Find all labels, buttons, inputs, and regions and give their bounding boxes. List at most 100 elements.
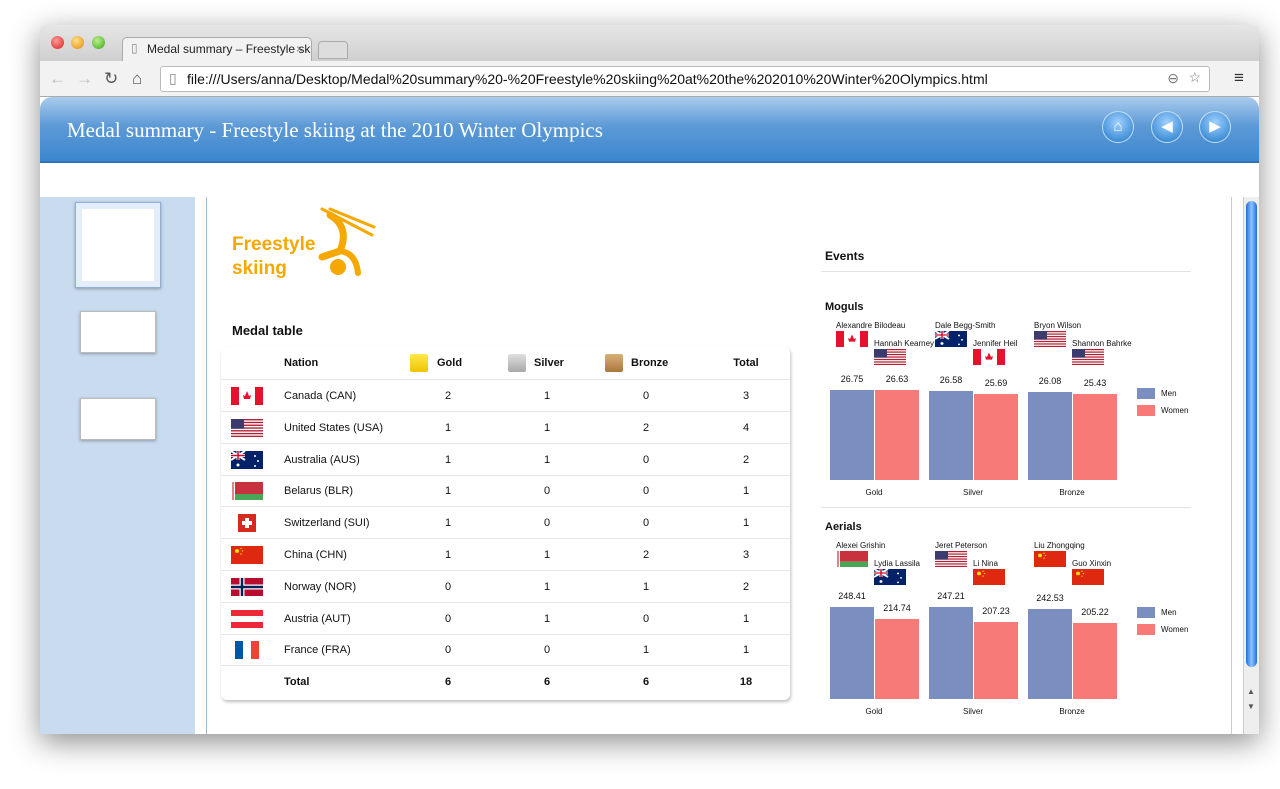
moguls-legend-swatch-women bbox=[1137, 405, 1155, 416]
moguls-men-value-label: 26.08 bbox=[1038, 376, 1062, 387]
flag-usa-icon bbox=[874, 349, 906, 366]
home-icon[interactable]: ⌂ bbox=[132, 69, 142, 89]
aerials-legend-swatch-women bbox=[1137, 624, 1155, 635]
tab-medal-summary[interactable]: ▯ Medal summary – Freestyle skiing × bbox=[122, 37, 312, 61]
home-icon: ⌂ bbox=[1113, 118, 1123, 135]
silver-cell: 0 bbox=[543, 644, 551, 657]
aerials-women-bar-bronze bbox=[1073, 622, 1117, 699]
moguls-category-label: Silver bbox=[962, 488, 984, 497]
browser-window: ▯ Medal summary – Freestyle skiing × ← →… bbox=[40, 25, 1259, 734]
total-cell: 2 bbox=[742, 453, 750, 466]
athlete-name: Li Nina bbox=[973, 559, 998, 568]
scroll-up-icon[interactable]: ▲ bbox=[1247, 687, 1255, 696]
table-row: Norway (NOR) 0 1 1 2 bbox=[221, 571, 790, 603]
logo-line: Freestyle bbox=[232, 234, 316, 255]
thumbnail-slide-3[interactable] bbox=[80, 398, 156, 440]
total-cell: 1 bbox=[742, 485, 750, 498]
scrollbar-thumb[interactable] bbox=[1246, 201, 1257, 667]
tab-title: Medal summary – Freestyle skiing bbox=[147, 42, 312, 56]
flag-sui-icon bbox=[238, 514, 256, 533]
athlete-name: Shannon Bahrke bbox=[1072, 339, 1132, 348]
grand-total: 18 bbox=[739, 676, 753, 688]
total-cell: 4 bbox=[742, 421, 750, 434]
url-text: file:///Users/anna/Desktop/Medal%20summa… bbox=[187, 71, 988, 87]
moguls-women-value-label: 25.43 bbox=[1083, 378, 1107, 389]
minimize-window-button[interactable] bbox=[71, 36, 84, 49]
new-tab-button[interactable] bbox=[318, 41, 348, 59]
logo-line: skiing bbox=[232, 258, 287, 279]
aerials-women-value-label: 205.22 bbox=[1081, 606, 1109, 617]
bronze-cell: 1 bbox=[642, 580, 650, 593]
forward-icon[interactable]: → bbox=[76, 69, 93, 89]
silver-cell: 1 bbox=[543, 421, 551, 434]
home-button[interactable]: ⌂ bbox=[1102, 111, 1134, 143]
flag-usa-icon bbox=[1072, 349, 1104, 366]
zoom-window-button[interactable] bbox=[92, 36, 105, 49]
total-cell: 1 bbox=[742, 644, 750, 657]
silver-cell: 1 bbox=[543, 612, 551, 625]
total-label: Total bbox=[284, 676, 310, 688]
silver-cell: 0 bbox=[543, 517, 551, 530]
aerials-men-bar-silver bbox=[929, 607, 973, 699]
nation-cell: Norway (NOR) bbox=[284, 580, 357, 593]
address-bar[interactable]: ▯ file:///Users/anna/Desktop/Medal%20sum… bbox=[160, 66, 1210, 92]
silver-cell: 1 bbox=[543, 549, 551, 561]
aerials-category-label: Bronze bbox=[1059, 707, 1085, 716]
moguls-women-bar-silver bbox=[974, 393, 1018, 480]
gold-cell: 2 bbox=[444, 390, 452, 402]
close-window-button[interactable] bbox=[51, 36, 64, 49]
moguls-men-bar-gold bbox=[830, 390, 874, 480]
table-total-row: Total 6 6 6 18 bbox=[221, 666, 790, 700]
bookmark-star-icon[interactable]: ☆ bbox=[1188, 69, 1201, 86]
athlete-name: Hannah Kearney bbox=[874, 339, 935, 348]
bronze-cell: 0 bbox=[642, 453, 650, 466]
menu-icon[interactable]: ≡ bbox=[1234, 68, 1244, 88]
aerials-legend-label: Women bbox=[1161, 625, 1189, 634]
athlete-name: Guo Xinxin bbox=[1072, 559, 1112, 568]
bronze-cell: 0 bbox=[642, 390, 650, 402]
divider bbox=[821, 507, 1191, 508]
nation-cell: France (FRA) bbox=[284, 644, 351, 657]
bronze-total: 6 bbox=[642, 676, 650, 688]
moguls-women-bar-gold bbox=[875, 390, 919, 480]
back-icon[interactable]: ← bbox=[49, 69, 66, 89]
aerials-legend-swatch-men bbox=[1137, 607, 1155, 618]
athlete-name: Alexandre Bilodeau bbox=[836, 321, 906, 330]
gold-cell: 0 bbox=[444, 612, 452, 625]
flag-nor-icon bbox=[231, 577, 263, 596]
page-title: Medal summary - Freestyle skiing at the … bbox=[67, 118, 603, 142]
thumbnail-slide-2[interactable] bbox=[80, 311, 156, 353]
gold-cell: 1 bbox=[444, 485, 452, 498]
flag-can-icon bbox=[836, 331, 868, 347]
divider bbox=[821, 271, 1191, 272]
flag-aus-icon bbox=[873, 568, 906, 585]
aerials-chart-title: Aerials bbox=[825, 521, 862, 533]
flag-aut-icon bbox=[231, 609, 263, 628]
slide-thumbnails-sidebar bbox=[40, 197, 195, 734]
moguls-legend-swatch-men bbox=[1137, 388, 1155, 399]
aerials-women-bar-silver bbox=[974, 622, 1018, 699]
thumbnail-slide-1[interactable] bbox=[75, 202, 161, 288]
close-tab-icon[interactable]: × bbox=[296, 42, 303, 56]
silver-cell: 1 bbox=[543, 580, 551, 593]
aerials-women-bar-gold bbox=[875, 619, 919, 699]
column-header-total: Total bbox=[733, 357, 759, 369]
zoom-out-icon[interactable]: ⊖ bbox=[1167, 70, 1179, 87]
moguls-legend-label: Women bbox=[1161, 406, 1189, 415]
silver-medal-swatch bbox=[508, 354, 526, 372]
previous-button[interactable]: ◀ bbox=[1151, 111, 1183, 143]
bronze-cell: 0 bbox=[642, 612, 650, 625]
aerials-men-value-label: 242.53 bbox=[1036, 593, 1064, 604]
aerials-men-bar-bronze bbox=[1028, 609, 1072, 699]
gold-cell: 0 bbox=[444, 580, 452, 593]
tab-strip: ▯ Medal summary – Freestyle skiing × bbox=[40, 25, 1259, 61]
total-cell: 1 bbox=[742, 612, 750, 625]
divider bbox=[206, 197, 207, 734]
scroll-down-icon[interactable]: ▼ bbox=[1247, 702, 1255, 711]
table-row: Austria (AUT) 0 1 0 1 bbox=[221, 603, 790, 635]
next-button[interactable]: ▶ bbox=[1199, 111, 1231, 143]
flag-chn-icon bbox=[973, 569, 1005, 585]
reload-icon[interactable]: ↻ bbox=[104, 69, 118, 89]
athlete-name: Liu Zhongqing bbox=[1034, 541, 1085, 550]
vertical-scrollbar[interactable]: ▲ ▼ bbox=[1243, 197, 1259, 734]
